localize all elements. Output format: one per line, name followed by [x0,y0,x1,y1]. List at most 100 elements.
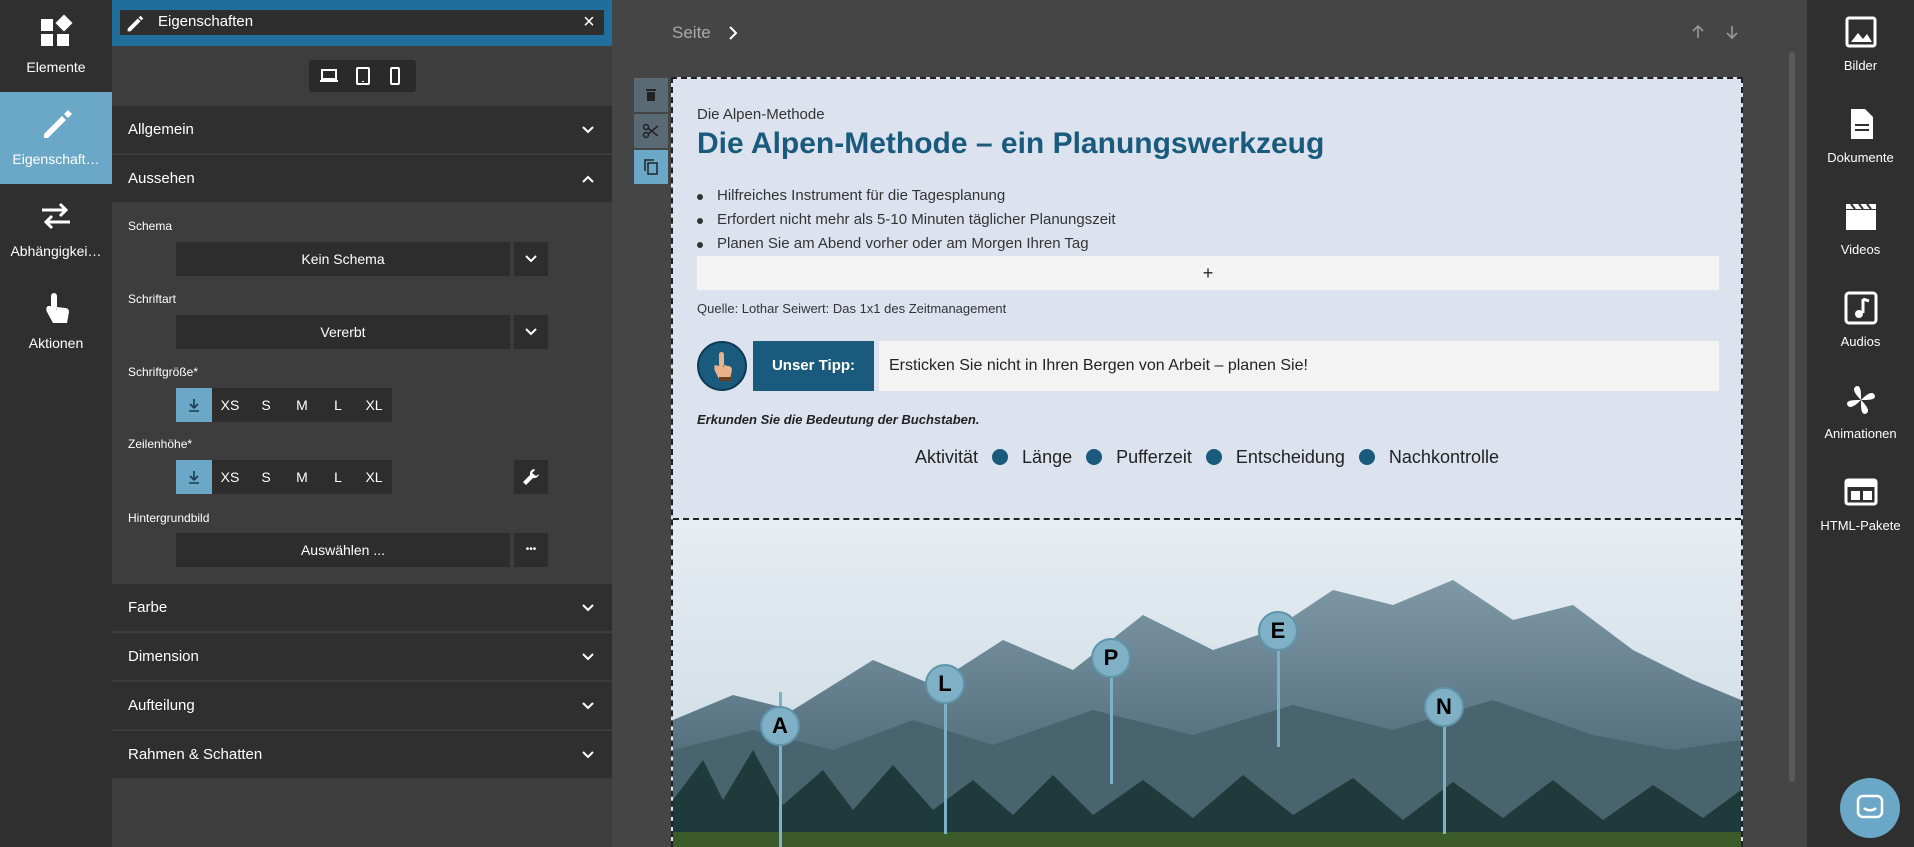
chat-button[interactable] [1840,778,1900,838]
close-button[interactable]: × [578,11,600,33]
delete-button[interactable] [634,78,668,112]
nav-item-eigenschaften[interactable]: Eigenschaft… [0,92,112,184]
section-dimension[interactable]: Dimension [112,633,612,681]
arrow-up-icon[interactable] [1689,23,1707,41]
section-rahmen-schatten[interactable]: Rahmen & Schatten [112,731,612,779]
widgets-icon [41,14,73,46]
legend-item: Länge [1022,446,1073,467]
nav-label: Elemente [26,59,86,75]
section-aufteilung[interactable]: Aufteilung [112,682,612,730]
html-package-icon [1844,478,1878,506]
schriftgroesse-selector: XS S M L XL [176,388,392,422]
chevron-down-icon [525,328,537,336]
lineheight-option[interactable]: M [284,460,320,494]
marker-button[interactable]: L [925,664,965,704]
lineheight-option[interactable]: S [248,460,284,494]
phone-icon[interactable] [385,66,405,86]
inherit-option[interactable] [176,388,212,422]
nav-label: Abhängigkei… [10,243,102,259]
properties-panel: Eigenschaften × Allgemein Aussehen Schem… [112,0,618,847]
legend-dot [1205,449,1222,466]
nav-item-abhaengigkeiten[interactable]: Abhängigkei… [0,184,112,276]
panel-title: Eigenschaften [158,13,254,30]
media-item-videos[interactable]: Videos [1807,184,1914,274]
arrow-down-icon[interactable] [1723,23,1741,41]
size-option[interactable]: L [320,388,356,422]
marker-button[interactable]: P [1091,638,1131,678]
media-item-dokumente[interactable]: Dokumente [1807,92,1914,182]
hintergrundbild-select[interactable]: Auswählen ... [176,533,510,567]
section-label: Allgemein [128,121,194,138]
add-item-button[interactable]: + [697,256,1719,290]
marker-button[interactable]: N [1424,687,1464,727]
left-navigation: Elemente Eigenschaft… Abhängigkei… Aktio… [0,0,112,847]
schema-dropdown-button[interactable] [514,242,548,276]
zeilenhoehe-settings-button[interactable] [514,460,548,494]
section-label: Rahmen & Schatten [128,746,263,763]
chevron-down-icon [582,702,594,710]
nav-label: Aktionen [28,335,84,351]
device-switcher [309,60,416,92]
panel-header: Eigenschaften × [112,0,618,46]
marker-button[interactable]: A [760,706,800,746]
hand-pointer-icon [697,341,747,391]
size-option[interactable]: XS [212,388,248,422]
legend-item: Pufferzeit [1116,446,1192,467]
legend-dot [1086,449,1103,466]
source-text: Quelle: Lothar Seiwert: Das 1x1 des Zeit… [697,301,1007,316]
size-option[interactable]: XL [356,388,392,422]
chevron-up-icon [582,175,594,183]
size-option[interactable]: M [284,388,320,422]
chevron-right-icon[interactable] [722,22,744,44]
element-toolbar [634,78,668,184]
chevron-down-icon [582,126,594,134]
schriftart-dropdown-button[interactable] [514,315,548,349]
document-icon [1851,109,1873,139]
media-label: HTML-Pakete [1820,518,1901,533]
marker-button[interactable]: E [1258,611,1298,651]
lineheight-option[interactable]: XS [212,460,248,494]
zeilenhoehe-selector: XS S M L XL [176,460,392,494]
schriftart-label: Schriftart [128,292,177,306]
legend-item: Nachkontrolle [1388,446,1499,467]
section-farbe[interactable]: Farbe [112,584,612,632]
inherit-icon [189,399,199,412]
app-window: Elemente Eigenschaft… Abhängigkei… Aktio… [0,0,1914,847]
inherit-icon [189,471,199,484]
cut-button[interactable] [634,114,668,148]
media-label: Videos [1840,242,1881,257]
legend-item: Aktivität [915,446,979,467]
tablet-icon[interactable] [353,66,373,86]
media-item-bilder[interactable]: Bilder [1807,0,1914,90]
media-item-audios[interactable]: Audios [1807,276,1914,366]
copy-button[interactable] [634,150,668,184]
nav-item-aktionen[interactable]: Aktionen [0,276,112,368]
scrollbar[interactable] [1789,52,1795,782]
media-item-html-pakete[interactable]: HTML-Pakete [1807,460,1914,550]
list-item: Erfordert nicht mehr als 5-10 Minuten tä… [695,208,1116,232]
page-document: Die Alpen-Methode Die Alpen-Methode – ei… [671,77,1743,847]
copy-icon [644,159,658,175]
kicker-text: Die Alpen-Methode [697,106,825,123]
media-label: Animationen [1824,426,1897,441]
mountain-image [673,520,1741,847]
chat-icon [1856,794,1884,819]
laptop-icon[interactable] [319,66,339,86]
more-options-button[interactable]: ••• [514,533,548,567]
section-aussehen[interactable]: Aussehen [112,155,612,203]
section-label: Farbe [128,599,168,616]
lineheight-option[interactable]: L [320,460,356,494]
schema-select[interactable]: Kein Schema [176,242,510,276]
letter-legend: Aktivität Länge Pufferzeit Entscheidung Nach… [673,446,1741,476]
inherit-option[interactable] [176,460,212,494]
nav-item-elemente[interactable]: Elemente [0,0,112,92]
media-item-animationen[interactable]: Animationen [1807,368,1914,458]
touch-icon [46,293,69,323]
hintergrundbild-label: Hintergrundbild [128,511,210,525]
editor-canvas: Seite Die Alpen-Methode Die Alpen-Method… [612,0,1807,847]
lineheight-option[interactable]: XL [356,460,392,494]
schriftart-select[interactable]: Vererbt [176,315,510,349]
breadcrumb[interactable]: Seite [672,23,711,43]
size-option[interactable]: S [248,388,284,422]
section-allgemein[interactable]: Allgemein [112,106,612,154]
